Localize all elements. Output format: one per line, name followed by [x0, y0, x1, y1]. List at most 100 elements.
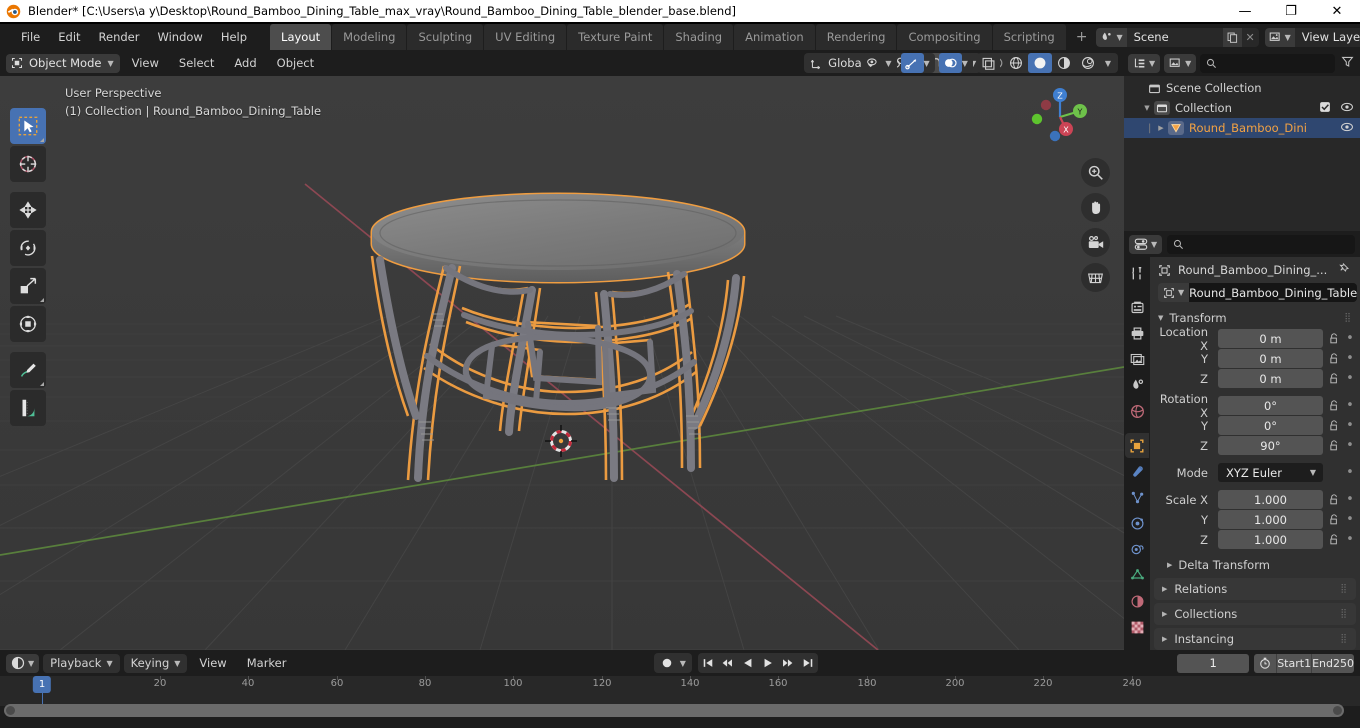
xray-toggle[interactable]: [976, 53, 1000, 73]
animate-property-dot[interactable]: •: [1344, 533, 1356, 546]
next-keyframe-button[interactable]: [778, 653, 798, 673]
view-layer-name[interactable]: View Layer: [1294, 27, 1360, 47]
add-workspace-button[interactable]: +: [1067, 24, 1097, 50]
prop-value-rotation-mode[interactable]: XYZ Euler ▼: [1218, 463, 1323, 482]
timeline-menu-marker[interactable]: Marker: [239, 656, 295, 670]
object-eye-icon[interactable]: [1340, 121, 1354, 136]
properties-tab-scene[interactable]: [1125, 373, 1149, 398]
tool-rotate[interactable]: [10, 230, 46, 266]
lock-icon[interactable]: [1327, 534, 1340, 545]
outliner-display-mode-button[interactable]: ▼: [1164, 53, 1197, 73]
prop-value-scale-z[interactable]: 1.000: [1218, 530, 1323, 549]
end-frame-value[interactable]: 250: [1333, 657, 1354, 670]
lock-icon[interactable]: [1327, 494, 1340, 505]
tool-annotate[interactable]: [10, 352, 46, 388]
object-browse-button[interactable]: ▼: [1158, 283, 1190, 302]
shading-dropdown[interactable]: ▼: [1100, 53, 1116, 73]
prop-value-rotation-x[interactable]: 0°: [1218, 396, 1323, 415]
scene-remove-button[interactable]: ✕: [1242, 28, 1259, 47]
object-name-field[interactable]: Round_Bamboo_Dining_Table: [1189, 283, 1358, 302]
timeline-menu-view[interactable]: View: [191, 656, 234, 670]
prop-value-rotation-z[interactable]: 90°: [1218, 436, 1323, 455]
viewport-menu-view[interactable]: View: [124, 54, 167, 72]
viewport-menu-add[interactable]: Add: [226, 54, 264, 72]
tab-shading[interactable]: Shading: [664, 24, 734, 50]
panel-header-delta-transform[interactable]: ▶ Delta Transform: [1150, 554, 1360, 575]
animate-property-dot[interactable]: •: [1344, 513, 1356, 526]
properties-tab-constraints[interactable]: [1125, 537, 1149, 562]
animate-property-dot[interactable]: •: [1344, 466, 1356, 479]
timeline-menu-keying[interactable]: Keying ▼: [123, 653, 188, 673]
gizmo-toggle-group[interactable]: ▼: [900, 53, 935, 73]
zoom-icon[interactable]: [1081, 158, 1110, 187]
properties-tab-particles[interactable]: [1125, 485, 1149, 510]
menu-window[interactable]: Window: [148, 27, 211, 47]
lock-icon[interactable]: [1327, 333, 1340, 344]
animate-property-dot[interactable]: •: [1344, 399, 1356, 412]
camera-icon[interactable]: [1081, 228, 1110, 257]
tab-animation[interactable]: Animation: [734, 24, 815, 50]
properties-tab-object[interactable]: [1125, 433, 1149, 458]
play-button[interactable]: [758, 653, 778, 673]
chevron-down-icon[interactable]: ▼: [680, 659, 692, 668]
pin-icon[interactable]: [1339, 262, 1352, 278]
tab-uv-editing[interactable]: UV Editing: [484, 24, 567, 50]
tab-scripting[interactable]: Scripting: [992, 24, 1066, 50]
outliner-row-scene-collection[interactable]: Scene Collection: [1124, 78, 1360, 98]
outliner-filter-button[interactable]: [1339, 55, 1356, 71]
shading-mode-group[interactable]: ▼: [1003, 53, 1116, 73]
prop-value-location-x[interactable]: 0 m: [1218, 329, 1323, 348]
timeline-editor-type-button[interactable]: ▼: [6, 653, 40, 673]
properties-editor-type-button[interactable]: ▼: [1129, 234, 1163, 254]
collection-checkbox[interactable]: [1319, 101, 1331, 116]
minimize-button[interactable]: —: [1222, 0, 1268, 22]
outliner-search-input[interactable]: [1200, 53, 1335, 73]
overlays-icon[interactable]: [938, 53, 962, 73]
viewport-canvas[interactable]: User Perspective (1) Collection | Round_…: [0, 76, 1124, 650]
prop-value-rotation-y[interactable]: 0°: [1218, 416, 1323, 435]
record-icon[interactable]: [654, 653, 680, 673]
animate-property-dot[interactable]: •: [1344, 419, 1356, 432]
auto-keying-group[interactable]: ▼: [653, 653, 692, 673]
scrollbar-handle-left[interactable]: [6, 706, 15, 715]
ortho-grid-icon[interactable]: [1081, 263, 1110, 292]
shading-rendered-button[interactable]: [1076, 53, 1100, 73]
properties-tab-texture[interactable]: [1125, 615, 1149, 640]
jump-to-end-button[interactable]: [798, 653, 818, 673]
lock-icon[interactable]: [1327, 420, 1340, 431]
previous-keyframe-button[interactable]: [718, 653, 738, 673]
menu-file[interactable]: File: [12, 27, 49, 47]
tab-sculpting[interactable]: Sculpting: [407, 24, 484, 50]
collection-eye-icon[interactable]: [1340, 101, 1354, 116]
expand-triangle-icon[interactable]: ▶: [1154, 124, 1168, 132]
shading-wireframe-button[interactable]: [1004, 53, 1028, 73]
timeline-ruler-area[interactable]: 20 40 60 80 100 120 140 160 180 200 220 …: [0, 676, 1360, 707]
tool-cursor[interactable]: [10, 146, 46, 182]
timeline-horizontal-scrollbar[interactable]: [4, 704, 1344, 717]
animate-property-dot[interactable]: •: [1344, 439, 1356, 452]
scrollbar-handle-right[interactable]: [1333, 706, 1342, 715]
timeline-menu-playback[interactable]: Playback ▼: [43, 653, 120, 673]
current-frame-field[interactable]: 1: [1177, 653, 1250, 673]
properties-tab-tool[interactable]: [1125, 261, 1149, 286]
view-layer-browse-button[interactable]: ▼: [1264, 27, 1295, 47]
chevron-down-icon[interactable]: ▼: [962, 59, 973, 68]
properties-tab-view-layer[interactable]: [1125, 347, 1149, 372]
scene-browse-button[interactable]: ▼: [1096, 27, 1127, 47]
properties-tab-modifier[interactable]: [1125, 459, 1149, 484]
close-button[interactable]: ✕: [1314, 0, 1360, 22]
tool-transform[interactable]: [10, 306, 46, 342]
outliner-tree[interactable]: Scene Collection ▼ Collection | ▶ Round_…: [1124, 76, 1360, 231]
expand-triangle-icon[interactable]: ▼: [1140, 104, 1154, 112]
gizmo-icon[interactable]: [900, 53, 924, 73]
properties-search-input[interactable]: [1167, 234, 1355, 254]
animate-property-dot[interactable]: •: [1344, 332, 1356, 345]
viewport-navigation-gizmo[interactable]: Z Y X: [1024, 81, 1096, 153]
scene-selector[interactable]: ▼ Scene ✕: [1096, 27, 1259, 47]
shading-material-preview-button[interactable]: [1052, 53, 1076, 73]
outliner-row-object[interactable]: | ▶ Round_Bamboo_Dini: [1124, 118, 1360, 138]
panel-header-relations[interactable]: ▶ Relations ⣿: [1154, 578, 1356, 600]
shading-solid-button[interactable]: [1027, 53, 1052, 73]
prop-value-location-z[interactable]: 0 m: [1218, 369, 1323, 388]
lock-icon[interactable]: [1327, 440, 1340, 451]
